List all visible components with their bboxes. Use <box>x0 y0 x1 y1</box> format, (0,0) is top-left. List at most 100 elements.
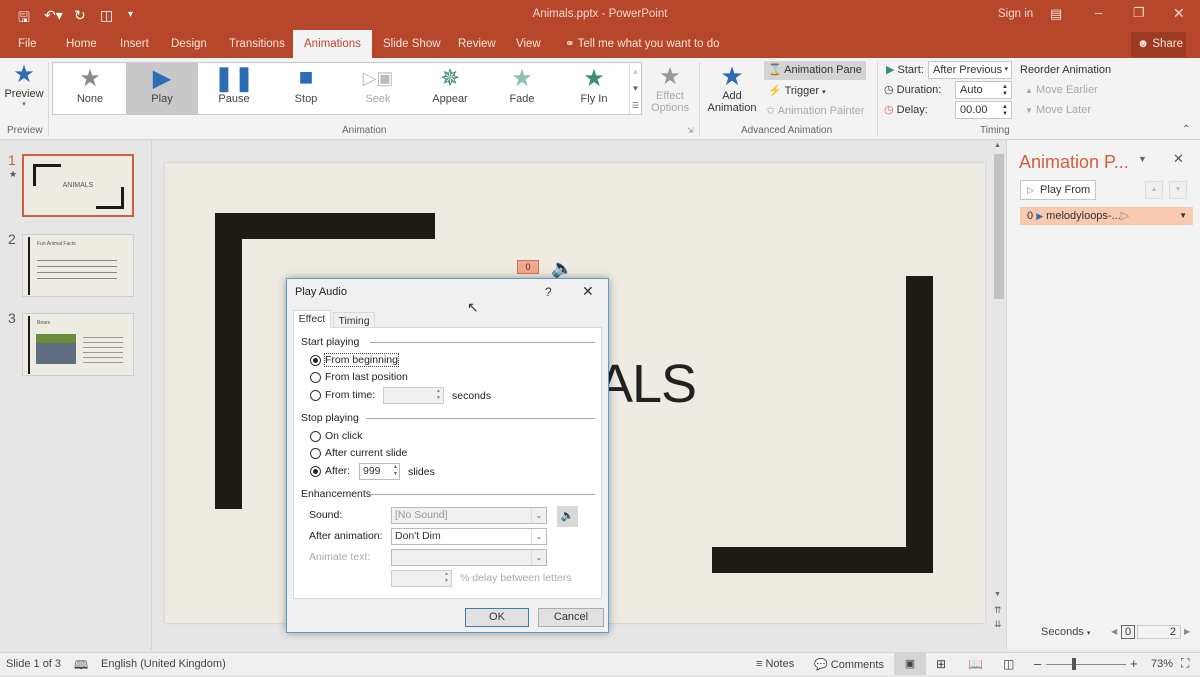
slide-sorter-icon[interactable]: ⊞ <box>936 657 946 671</box>
animation-tag[interactable]: 0 <box>517 260 539 274</box>
letter-delay-input[interactable]: ▲ ▼ <box>391 570 452 587</box>
slide-thumbnail-2[interactable]: Fun Animal Facts <box>22 234 134 297</box>
spell-check-icon[interactable]: 🕮 <box>74 656 88 677</box>
gallery-item-fade[interactable]: ★ Fade <box>486 63 558 114</box>
minimize-icon[interactable]: – <box>1095 5 1102 20</box>
normal-view-button[interactable]: ▣ <box>894 653 926 675</box>
gallery-item-stop[interactable]: ■ Stop <box>270 63 342 114</box>
tab-transitions[interactable]: Transitions <box>219 30 295 58</box>
ribbon-display-icon[interactable]: ▤ <box>1050 6 1062 22</box>
comments-button[interactable]: 💬 Comments <box>814 658 884 671</box>
tab-design[interactable]: Design <box>161 30 217 58</box>
share-button[interactable]: ☻ Share <box>1131 32 1186 57</box>
vertical-scrollbar[interactable]: ▲ ▼ ⇈ ⇊ <box>992 140 1006 650</box>
close-dialog-icon[interactable]: ✕ <box>582 283 594 300</box>
effect-options-button[interactable]: ★ Effect Options <box>648 64 692 115</box>
radio-after-slides[interactable]: After: <box>310 465 350 477</box>
tab-review[interactable]: Review <box>448 30 506 58</box>
radio-from-time[interactable]: From time: <box>310 389 375 401</box>
pane-options-icon[interactable]: ▼ <box>1138 154 1147 164</box>
radio-from-beginning[interactable]: From beginning <box>310 353 399 367</box>
radio-button[interactable] <box>310 389 321 401</box>
move-later-button[interactable]: ▼ Move Later <box>1025 104 1091 116</box>
notes-button[interactable]: ≡ Notes <box>756 658 794 670</box>
slideshow-view-icon[interactable]: ◫ <box>1003 657 1014 671</box>
zoom-slider[interactable] <box>1046 664 1126 665</box>
move-down-button[interactable]: ▼ <box>1169 181 1187 199</box>
duration-field[interactable]: Auto ▲ ▼ <box>955 81 1012 99</box>
after-slides-input[interactable]: 999 ▲ ▼ <box>359 463 400 480</box>
radio-from-last-position[interactable]: From last position <box>310 371 408 383</box>
tab-slide-show[interactable]: Slide Show <box>373 30 451 58</box>
dialog-tab-effect[interactable]: Effect <box>293 310 331 328</box>
scroll-down-icon[interactable]: ▼ <box>630 80 641 97</box>
sound-select[interactable]: [No Sound] ⌄ <box>391 507 547 524</box>
move-earlier-button[interactable]: ▲ Move Earlier <box>1025 84 1098 96</box>
radio-button[interactable] <box>310 465 321 477</box>
dialog-tab-timing[interactable]: Timing <box>333 312 375 328</box>
radio-after-current-slide[interactable]: After current slide <box>310 447 407 459</box>
item-dropdown-icon[interactable]: ▼ <box>1179 207 1187 225</box>
animation-list-item[interactable]: 0 ▶ melodyloops-...▷ ▼ <box>1020 207 1193 225</box>
help-button[interactable]: ? <box>545 285 552 299</box>
tab-insert[interactable]: Insert <box>110 30 159 58</box>
fit-to-window-icon[interactable]: ⛶ <box>1181 656 1189 671</box>
from-time-input[interactable]: ▲ ▼ <box>383 387 444 404</box>
radio-button[interactable] <box>310 354 321 366</box>
sound-volume-button[interactable]: 🔈 <box>557 506 578 527</box>
after-animation-select[interactable]: Don't Dim ⌄ <box>391 528 547 545</box>
tell-me-search[interactable]: ⚭ Tell me what you want to do <box>555 30 730 58</box>
seconds-dropdown[interactable]: Seconds ▾ <box>1041 626 1090 638</box>
scroll-up-icon[interactable]: ▲ <box>630 63 641 80</box>
zoom-slider-thumb[interactable] <box>1072 658 1076 670</box>
spinner-icon[interactable]: ▲ ▼ <box>393 464 398 478</box>
spinner-icon[interactable]: ▲ ▼ <box>1002 104 1008 118</box>
timeline-left-icon[interactable]: ◀ <box>1111 627 1117 636</box>
restore-icon[interactable]: ❐ <box>1133 5 1145 21</box>
gallery-item-fly-in[interactable]: ★ Fly In <box>558 63 630 114</box>
gallery-item-pause[interactable]: ❚❚ Pause <box>198 63 270 114</box>
gallery-item-play[interactable]: ▶ Play <box>126 63 198 114</box>
scroll-down-icon[interactable]: ▼ <box>994 591 1001 598</box>
language-indicator[interactable]: English (United Kingdom) <box>101 658 226 670</box>
tab-home[interactable]: Home <box>56 30 107 58</box>
previous-slide-icon[interactable]: ⇈ <box>994 605 1002 616</box>
ok-button[interactable]: OK <box>465 608 529 627</box>
animate-text-select[interactable]: ⌄ <box>391 549 547 566</box>
play-from-button[interactable]: ▷ Play From <box>1020 180 1096 200</box>
radio-button[interactable] <box>310 430 321 442</box>
add-animation-button[interactable]: ★ Add Animation <box>703 62 761 114</box>
scroll-thumb[interactable] <box>994 154 1004 299</box>
trigger-button[interactable]: ⚡ Trigger ▾ <box>768 82 826 100</box>
radio-on-click[interactable]: On click <box>310 430 362 442</box>
radio-button[interactable] <box>310 371 321 383</box>
slide-thumbnail-1[interactable]: ANIMALS <box>22 154 134 217</box>
tab-animations[interactable]: Animations <box>293 30 372 58</box>
tab-file[interactable]: File <box>8 30 47 58</box>
zoom-in-icon[interactable]: + <box>1130 656 1138 671</box>
spinner-icon[interactable]: ▲ ▼ <box>1002 84 1008 98</box>
collapse-ribbon-icon[interactable]: ⌃ <box>1182 124 1190 135</box>
close-pane-icon[interactable]: ✕ <box>1173 151 1184 167</box>
gallery-item-seek[interactable]: ▷▣ Seek <box>342 63 414 114</box>
spinner-icon[interactable]: ▲ ▼ <box>444 571 449 585</box>
audio-speaker-icon[interactable]: 🔈 <box>551 258 573 279</box>
radio-button[interactable] <box>310 447 321 459</box>
dialog-launcher-icon[interactable]: ⇲ <box>687 126 694 135</box>
tab-view[interactable]: View <box>506 30 551 58</box>
gallery-more-icon[interactable]: ☰ <box>630 97 641 114</box>
animation-pane-button[interactable]: ⌛ Animation Pane <box>764 61 866 80</box>
delay-field[interactable]: 00.00 ▲ ▼ <box>955 101 1012 119</box>
preview-button[interactable]: ★ Preview ▾ <box>4 62 44 120</box>
slide-thumbnail-3[interactable]: Bears <box>22 313 134 376</box>
gallery-item-appear[interactable]: ✵ Appear <box>414 63 486 114</box>
spinner-icon[interactable]: ▲ ▼ <box>436 388 441 402</box>
scroll-up-icon[interactable]: ▲ <box>994 142 1001 149</box>
sign-in-link[interactable]: Sign in <box>998 8 1033 20</box>
start-select[interactable]: After Previous ▾ <box>928 61 1012 79</box>
zoom-level[interactable]: 73% <box>1151 658 1173 670</box>
gallery-item-none[interactable]: ★ None <box>54 63 126 114</box>
animation-painter-button[interactable]: ✩ Animation Painter <box>766 102 865 120</box>
move-up-button[interactable]: ▲ <box>1145 181 1163 199</box>
zoom-out-icon[interactable]: – <box>1034 656 1041 671</box>
